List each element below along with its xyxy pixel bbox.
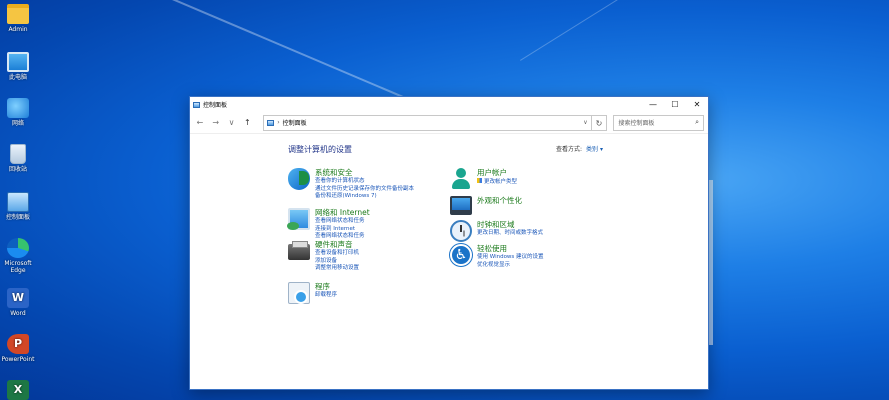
desktop-icon-label: 此电脑 bbox=[8, 74, 27, 81]
back-button[interactable]: ← bbox=[194, 118, 206, 127]
category-title[interactable]: 用户帐户 bbox=[477, 168, 517, 178]
category-clock-region: 时钟和区域 更改日期、时间或数字格式 bbox=[450, 220, 543, 242]
desktop-icon-network[interactable]: 网络 bbox=[0, 98, 36, 127]
light-streak bbox=[520, 0, 889, 61]
excel-icon: X bbox=[7, 380, 29, 400]
desktop-icon-label: Admin bbox=[8, 26, 28, 33]
breadcrumb-control-panel[interactable]: 控制面板 bbox=[283, 118, 307, 127]
background-window-edge bbox=[709, 180, 713, 345]
page-title: 调整计算机的设置 bbox=[288, 145, 352, 154]
desktop-icon-control-panel[interactable]: 控制面板 bbox=[0, 192, 36, 221]
category-title[interactable]: 时钟和区域 bbox=[477, 220, 543, 230]
word-icon: W bbox=[7, 288, 29, 308]
breadcrumb-separator: › bbox=[277, 119, 280, 126]
dropdown-arrow-icon: ▾ bbox=[599, 146, 603, 153]
chevron-down-icon[interactable]: ∨ bbox=[583, 119, 587, 126]
desktop-icon-label: 回收站 bbox=[8, 166, 27, 173]
category-title[interactable]: 网络和 Internet bbox=[315, 208, 370, 218]
desktop-icon-excel[interactable]: X bbox=[0, 380, 36, 400]
category-link[interactable]: 使用 Windows 建议的设置 bbox=[477, 254, 544, 262]
category-title[interactable]: 系统和安全 bbox=[315, 168, 414, 178]
search-placeholder: 搜索控制面板 bbox=[618, 120, 655, 127]
search-input[interactable]: 搜索控制面板 ⌕ bbox=[613, 114, 705, 131]
category-link[interactable]: 更改帐户类型 bbox=[477, 178, 517, 187]
category-link[interactable]: 调整常用移动设置 bbox=[315, 265, 359, 273]
edge-icon bbox=[7, 238, 29, 258]
category-title[interactable]: 外观和个性化 bbox=[477, 196, 522, 206]
view-by-dropdown[interactable]: 类别 ▾ bbox=[586, 144, 603, 153]
desktop-icon-this-pc[interactable]: 此电脑 bbox=[0, 52, 36, 81]
desktop-icon-label: Microsoft Edge bbox=[4, 260, 32, 274]
view-by: 查看方式: 类别 ▾ bbox=[556, 144, 603, 153]
desktop-icon-recycle-bin[interactable]: 回收站 bbox=[0, 144, 36, 173]
refresh-button[interactable]: ↻ bbox=[591, 114, 608, 131]
desktop-icon-powerpoint[interactable]: P PowerPoint bbox=[0, 334, 36, 363]
control-panel-icon bbox=[193, 101, 200, 108]
category-link[interactable]: 备份和还原(Windows 7) bbox=[315, 193, 414, 201]
minimize-button[interactable]: — bbox=[642, 97, 664, 112]
desktop-icon-edge[interactable]: Microsoft Edge bbox=[0, 238, 36, 274]
desktop-icon-label: Word bbox=[10, 310, 26, 317]
category-title[interactable]: 程序 bbox=[315, 282, 337, 292]
category-user-accounts: 用户帐户 更改帐户类型 bbox=[450, 168, 517, 190]
recent-locations-button[interactable]: ∨ bbox=[226, 118, 238, 127]
category-link[interactable]: 更改日期、时间或数字格式 bbox=[477, 230, 543, 238]
powerpoint-icon: P bbox=[7, 334, 29, 354]
computer-icon bbox=[7, 52, 29, 72]
category-programs: 程序 卸载程序 bbox=[288, 282, 337, 304]
desktop-icon-label: 控制面板 bbox=[5, 214, 30, 221]
network-globe-icon[interactable] bbox=[287, 208, 310, 230]
category-system-security: 系统和安全 查看你的计算机状态 通过文件历史记录保存你的文件备份副本 备份和还原… bbox=[288, 168, 414, 201]
window-title: 控制面板 bbox=[203, 102, 228, 109]
title-bar[interactable]: 控制面板 — ☐ ✕ bbox=[190, 97, 708, 112]
desktop-icon-label: PowerPoint bbox=[1, 356, 35, 363]
printer-icon[interactable] bbox=[288, 241, 310, 260]
maximize-button[interactable]: ☐ bbox=[664, 97, 686, 112]
category-link[interactable]: 查看设备和打印机 bbox=[315, 250, 359, 258]
accessibility-icon[interactable]: ♿ bbox=[450, 244, 472, 266]
category-appearance: 外观和个性化 bbox=[450, 196, 522, 215]
category-hardware-sound: 硬件和声音 查看设备和打印机 添加设备 调整常用移动设置 bbox=[288, 240, 359, 273]
search-icon: ⌕ bbox=[695, 118, 700, 126]
control-panel-icon bbox=[267, 119, 275, 126]
recycle-bin-icon bbox=[10, 144, 26, 164]
category-title[interactable]: 硬件和声音 bbox=[315, 240, 359, 250]
uac-shield-icon bbox=[477, 178, 482, 183]
network-icon bbox=[7, 98, 29, 118]
clock-icon[interactable] bbox=[450, 220, 472, 242]
category-link[interactable]: 优化视觉显示 bbox=[477, 262, 544, 270]
view-by-label: 查看方式: bbox=[556, 146, 583, 153]
control-panel-icon bbox=[7, 192, 29, 212]
category-link[interactable]: 查看网络状态和任务 bbox=[315, 218, 370, 226]
address-bar[interactable]: › 控制面板 ∨ bbox=[263, 114, 592, 131]
category-link[interactable]: 卸载程序 bbox=[315, 292, 337, 300]
close-button[interactable]: ✕ bbox=[686, 97, 708, 112]
category-ease-of-access: ♿ 轻松使用 使用 Windows 建议的设置 优化视觉显示 bbox=[450, 244, 544, 269]
folder-icon bbox=[7, 4, 29, 24]
monitor-icon[interactable] bbox=[450, 196, 472, 215]
up-button[interactable]: ↑ bbox=[241, 118, 253, 127]
category-link[interactable]: 通过文件历史记录保存你的文件备份副本 bbox=[315, 186, 414, 194]
desktop-icon-word[interactable]: W Word bbox=[0, 288, 36, 317]
address-bar-row: ← → ∨ ↑ › 控制面板 ∨ ↻ 搜索控制面板 ⌕ bbox=[190, 112, 708, 134]
main-content: 调整计算机的设置 查看方式: 类别 ▾ 系统和安全 查看你的计算机状态 通过文件… bbox=[190, 134, 708, 390]
programs-icon[interactable] bbox=[288, 282, 310, 304]
category-title[interactable]: 轻松使用 bbox=[477, 244, 544, 254]
desktop-icon-label: 网络 bbox=[11, 120, 24, 127]
user-icon[interactable] bbox=[450, 168, 472, 190]
control-panel-window: 控制面板 — ☐ ✕ ← → ∨ ↑ › 控制面板 ∨ ↻ 搜索控制面板 ⌕ 调… bbox=[189, 96, 709, 390]
desktop-icon-admin[interactable]: Admin bbox=[0, 4, 36, 33]
forward-button[interactable]: → bbox=[210, 118, 222, 127]
shield-icon[interactable] bbox=[288, 168, 310, 190]
category-link[interactable]: 连接到 Internet bbox=[315, 226, 370, 234]
category-link[interactable]: 添加设备 bbox=[315, 258, 359, 266]
category-link[interactable]: 查看你的计算机状态 bbox=[315, 178, 414, 186]
category-network-internet: 网络和 Internet 查看网络状态和任务 连接到 Internet 查看网络… bbox=[287, 208, 370, 241]
